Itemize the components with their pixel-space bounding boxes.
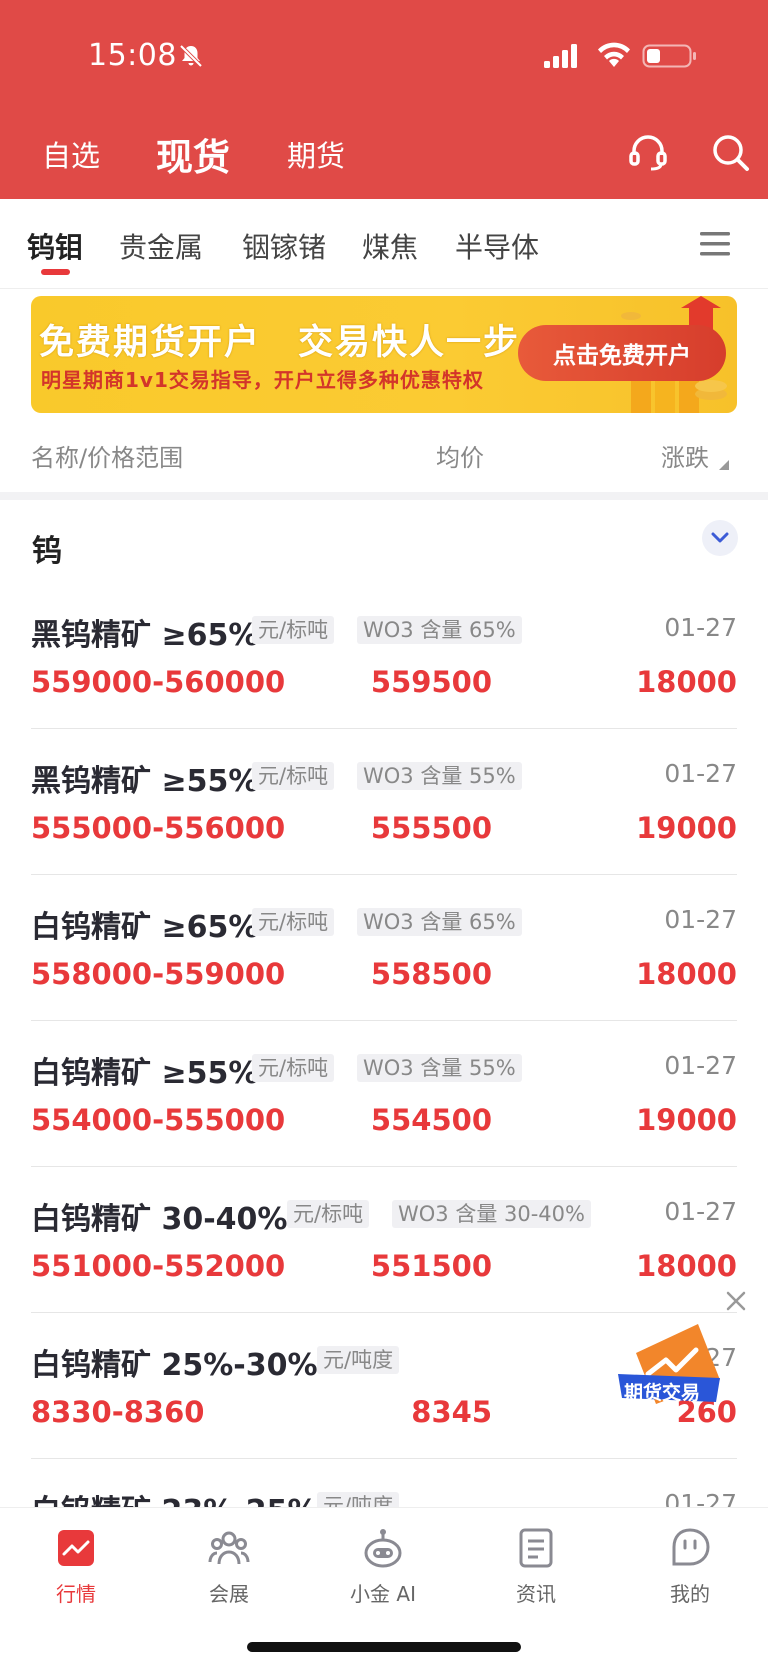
price-range: 559000-560000 [31,665,286,699]
unit-tag: 元/标吨 [287,1200,370,1228]
column-header-name: 名称/价格范围 [31,444,184,472]
price-range: 8330-8360 [31,1395,205,1429]
product-name: 白钨精矿 ≥65% [31,910,259,945]
product-name: 白钨精矿 ≥55% [31,1056,259,1091]
column-header-change[interactable]: 涨跌 [661,438,709,473]
product-name: 白钨精矿 25%-30% [31,1348,318,1383]
nav-profile[interactable]: 我的 [635,1526,745,1607]
section-divider [0,492,768,500]
avg-price: 558500 [370,957,492,991]
spec-tag: WO3 含量 55% [357,1054,522,1082]
price-date: 01-27 [664,1051,737,1080]
nav-news[interactable]: 资讯 [481,1526,591,1607]
price-range: 551000-552000 [31,1249,286,1283]
price-date: 01-27 [664,759,737,788]
category-coal-coke[interactable]: 煤焦 [362,226,418,266]
futures-trading-float[interactable]: 期货交易 [616,1318,728,1414]
promo-banner[interactable]: 免费期货开户 交易快人一步 明星期商1v1交易指导，开户立得多种优惠特权 点击免… [31,296,737,413]
nav-ai-assistant[interactable]: 小金 AI [328,1526,438,1607]
spec-tag: WO3 含量 30-40% [392,1200,591,1228]
category-indium-gallium-germanium[interactable]: 铟镓锗 [242,226,326,266]
profile-icon [672,1528,710,1566]
unit-tag: 元/标吨 [252,762,335,790]
close-icon[interactable] [724,1289,748,1313]
open-account-button[interactable]: 点击免费开户 [518,325,726,381]
status-time: 15:08 [88,38,177,73]
home-indicator [247,1642,521,1652]
price-range: 558000-559000 [31,957,286,991]
column-header-avg: 均价 [436,444,484,472]
app-header: 15:08 自选 现货 期货 [0,0,768,199]
futures-trading-label: 期货交易 [624,1382,701,1404]
spec-tag: WO3 含量 65% [357,908,522,936]
price-date: 01-27 [664,613,737,642]
spec-tag: WO3 含量 65% [357,616,522,644]
wifi-icon [598,42,630,67]
category-precious-metals[interactable]: 贵金属 [119,226,203,266]
unit-tag: 元/标吨 [252,616,335,644]
product-name: 黑钨精矿 ≥55% [31,764,259,799]
tab-spot[interactable]: 现货 [156,127,230,181]
people-icon [208,1531,250,1565]
nav-exhibition[interactable]: 会展 [174,1526,284,1607]
unit-tag: 元/标吨 [252,908,335,936]
price-change: 19000 [636,1103,737,1137]
category-tungsten-molybdenum[interactable]: 钨钼 [27,226,83,266]
price-row[interactable]: 黑钨精矿 ≥65% 元/标吨 WO3 含量 65% 01-27 559000-5… [31,583,737,729]
avg-price: 559500 [370,665,492,699]
price-date: 01-27 [664,905,737,934]
unit-tag: 元/吨度 [317,1346,400,1374]
avg-price: 551500 [370,1249,492,1283]
category-semiconductor[interactable]: 半导体 [455,226,539,266]
menu-icon[interactable] [698,229,732,259]
price-range: 554000-555000 [31,1103,286,1137]
battery-icon [642,44,696,68]
chevron-down-icon [711,532,729,543]
price-range: 555000-556000 [31,811,286,845]
unit-tag: 元/标吨 [252,1054,335,1082]
nav-market[interactable]: 行情 [21,1526,131,1607]
bell-muted-icon [179,44,203,68]
search-icon[interactable] [710,132,750,172]
price-change: 18000 [636,665,737,699]
robot-icon [364,1529,402,1568]
price-row[interactable]: 白钨精矿 30-40% 元/标吨 WO3 含量 30-40% 01-27 551… [31,1167,737,1313]
news-icon [519,1528,553,1568]
tab-futures[interactable]: 期货 [287,133,345,175]
market-icon [58,1530,94,1566]
product-name: 黑钨精矿 ≥65% [31,618,259,653]
headset-icon[interactable] [627,131,669,173]
category-tabs: 钨钼 贵金属 铟镓锗 煤焦 半导体 [0,199,768,289]
price-row[interactable]: 白钨精矿 ≥65% 元/标吨 WO3 含量 65% 01-27 558000-5… [31,875,737,1021]
app-screen: 15:08 自选 现货 期货 钨钼 贵金属 铟镓锗 煤焦 半导体 免费期货开户 … [0,0,768,1669]
active-tab-indicator [41,269,70,275]
price-change: 18000 [636,1249,737,1283]
price-change: 18000 [636,957,737,991]
avg-price: 555500 [370,811,492,845]
group-title: 钨 [32,534,62,569]
product-name: 白钨精矿 30-40% [31,1202,288,1237]
avg-price: 8345 [411,1395,492,1429]
tab-watchlist[interactable]: 自选 [42,133,100,175]
spec-tag: WO3 含量 55% [357,762,522,790]
avg-price: 554500 [370,1103,492,1137]
price-row[interactable]: 白钨精矿 ≥55% 元/标吨 WO3 含量 55% 01-27 554000-5… [31,1021,737,1167]
banner-subtitle: 明星期商1v1交易指导，开户立得多种优惠特权 [41,368,484,392]
sort-icon[interactable] [719,460,729,470]
price-date: 01-27 [664,1197,737,1226]
price-change: 19000 [636,811,737,845]
price-row[interactable]: 黑钨精矿 ≥55% 元/标吨 WO3 含量 55% 01-27 555000-5… [31,729,737,875]
banner-title: 免费期货开户 交易快人一步 [39,323,521,363]
collapse-button[interactable] [702,520,738,556]
cell-signal-icon [544,44,577,68]
